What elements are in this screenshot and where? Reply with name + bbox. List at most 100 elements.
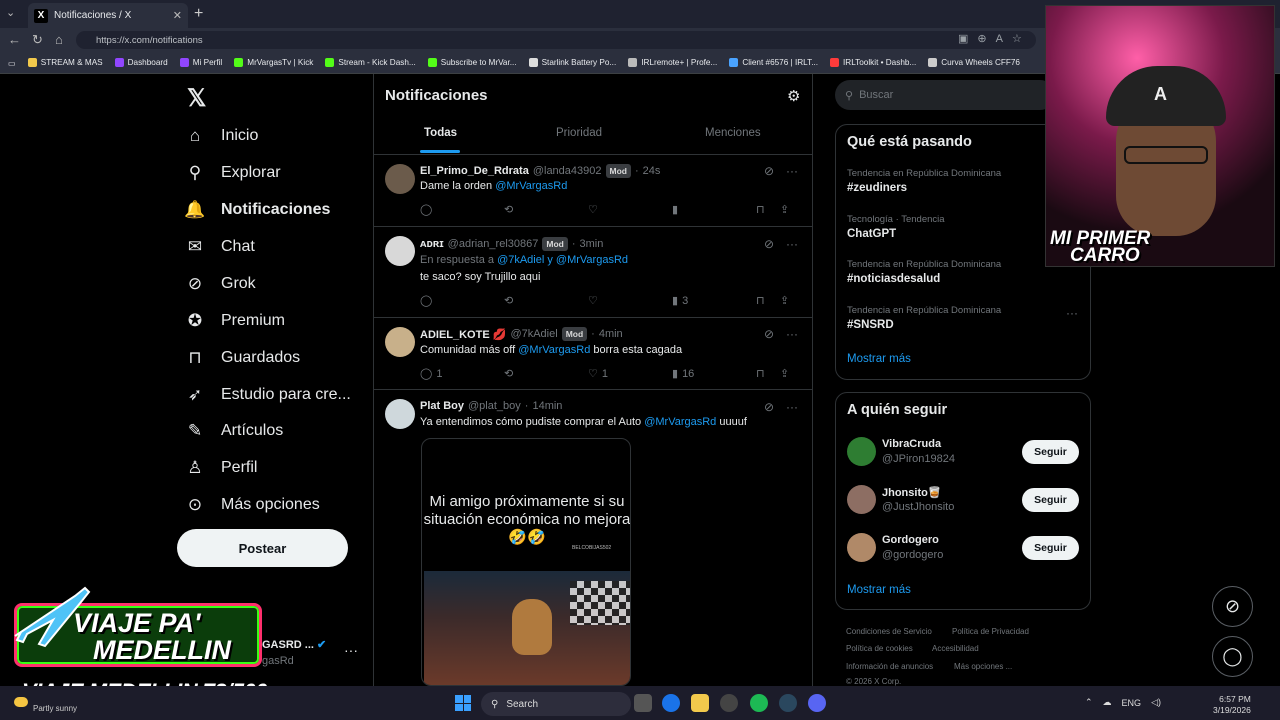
nav-item-estudio-para-cre[interactable]: ➶ Estudio para cre...: [185, 380, 351, 410]
discord-icon[interactable]: [808, 694, 826, 712]
like-count[interactable]: ♡ 1: [588, 367, 672, 381]
author-name[interactable]: ᴀᴅʀɪ: [420, 238, 444, 250]
network-icon[interactable]: ☁: [1103, 697, 1112, 708]
edge-icon[interactable]: [662, 694, 680, 712]
like-icon[interactable]: ♡: [588, 294, 672, 307]
author-name[interactable]: El_Primo_De_Rdrata: [420, 165, 529, 177]
bookmark-item[interactable]: Stream - Kick Dash...: [325, 58, 416, 67]
bookmark-item[interactable]: Dashboard: [114, 58, 168, 67]
views-icon[interactable]: ▮: [672, 203, 756, 216]
repost-icon[interactable]: ⟲: [504, 203, 588, 216]
new-tab-icon[interactable]: +: [194, 5, 203, 23]
share-icon[interactable]: ⇪: [780, 203, 804, 216]
like-icon[interactable]: ♡: [588, 203, 672, 216]
tab-prioridad[interactable]: Prioridad: [556, 127, 602, 139]
grok-icon[interactable]: ⊘: [764, 237, 774, 251]
footer-link[interactable]: Más opciones ...: [954, 662, 1012, 671]
avatar[interactable]: [847, 437, 876, 466]
follow-button[interactable]: Seguir: [1022, 440, 1079, 464]
notification-item[interactable]: ᴀᴅʀɪ @adrian_rel30867 Mod · 3min ⊘ ··· En…: [374, 227, 812, 318]
share-icon[interactable]: ⇪: [780, 367, 804, 380]
follow-button[interactable]: Seguir: [1022, 488, 1079, 512]
footer-link[interactable]: Información de anuncios: [846, 662, 933, 671]
reply-icon[interactable]: ◯: [420, 203, 504, 216]
home-browser-icon[interactable]: ⌂: [55, 32, 63, 47]
notification-item[interactable]: El_Primo_De_Rdrata @landa43902 Mod · 24s…: [374, 155, 812, 227]
clock[interactable]: 6:57 PM 3/19/2026: [1213, 694, 1251, 716]
avatar[interactable]: [385, 164, 415, 194]
bookmark-item[interactable]: IRLToolkit • Dashb...: [830, 58, 916, 67]
task-view-icon[interactable]: [634, 694, 652, 712]
trend-name[interactable]: #SNSRD: [847, 319, 894, 331]
avatar[interactable]: [385, 399, 415, 429]
more-icon[interactable]: ···: [786, 164, 798, 178]
tab-todas[interactable]: Todas: [424, 127, 457, 139]
share-icon[interactable]: ⇪: [780, 294, 804, 307]
trends-show-more[interactable]: Mostrar más: [847, 353, 911, 365]
reply-icon[interactable]: ◯: [420, 294, 504, 307]
url-bar[interactable]: https://x.com/notifications: [76, 31, 1036, 49]
back-icon[interactable]: ←: [8, 32, 21, 47]
bookmark-icon[interactable]: ⊓: [756, 203, 780, 216]
system-tray[interactable]: ⌃ ☁ ENG ◁): [1085, 697, 1161, 708]
settings-gear-icon[interactable]: ⚙: [787, 87, 800, 105]
avatar[interactable]: [847, 533, 876, 562]
tray-overflow-icon[interactable]: ⌃: [1085, 697, 1093, 708]
reply-to-links[interactable]: @7kAdiel y @MrVargasRd: [497, 254, 628, 266]
bookmark-item[interactable]: STREAM & MAS: [27, 58, 103, 67]
more-icon[interactable]: ···: [786, 237, 798, 251]
trend-name[interactable]: ChatGPT: [847, 228, 896, 240]
nav-item-explorar[interactable]: ⚲ Explorar: [185, 158, 281, 188]
avatar[interactable]: [847, 485, 876, 514]
views-count[interactable]: ▮ 16: [672, 367, 756, 381]
steam-icon[interactable]: [779, 694, 797, 712]
follow-name[interactable]: Jhonsito🥃: [882, 486, 942, 499]
trend-more-icon[interactable]: ···: [1066, 306, 1078, 320]
nav-item-artículos[interactable]: ✎ Artículos: [185, 416, 283, 446]
reload-icon[interactable]: ↻: [32, 32, 43, 48]
account-name[interactable]: GASRD ... ✔: [262, 638, 326, 651]
bookmark-item[interactable]: Subscribe to MrVar...: [427, 58, 517, 67]
account-more-icon[interactable]: ···: [344, 642, 358, 658]
grok-fab-icon[interactable]: ⊘: [1212, 586, 1253, 627]
follow-name[interactable]: Gordogero: [882, 534, 939, 546]
file-explorer-icon[interactable]: [691, 694, 709, 712]
nav-item-inicio[interactable]: ⌂ Inicio: [185, 121, 259, 151]
more-icon[interactable]: ···: [786, 327, 798, 341]
spotify-icon[interactable]: [750, 694, 768, 712]
nav-item-chat[interactable]: ✉ Chat: [185, 232, 255, 262]
bookmark-item[interactable]: Client #6576 | IRLT...: [729, 58, 818, 67]
follow-show-more[interactable]: Mostrar más: [847, 584, 911, 596]
nav-item-guardados[interactable]: ⊓ Guardados: [185, 343, 300, 373]
footer-link[interactable]: Política de cookies: [846, 644, 913, 653]
follow-button[interactable]: Seguir: [1022, 536, 1079, 560]
author-name[interactable]: Plat Boy: [420, 400, 464, 412]
follow-name[interactable]: VibraCruda: [882, 438, 941, 450]
nav-item-más-opciones[interactable]: ⊙ Más opciones: [185, 490, 320, 520]
bookmark-icon[interactable]: ⊓: [756, 294, 780, 307]
windows-start-icon[interactable]: [455, 695, 471, 711]
footer-link[interactable]: Política de Privacidad: [952, 627, 1029, 636]
bookmark-item[interactable]: MrVargasTv | Kick: [234, 58, 313, 67]
bookmark-item[interactable]: Starlink Battery Po...: [528, 58, 616, 67]
url-bar-icons[interactable]: ▣⊕A☆: [958, 32, 1031, 45]
mention-link[interactable]: @MrVargasRd: [644, 416, 716, 428]
repost-icon[interactable]: ⟲: [504, 294, 588, 307]
weather-text[interactable]: Partly sunny: [33, 704, 77, 713]
tab-list-icon[interactable]: ⌄: [6, 6, 15, 19]
bookmark-item[interactable]: Curva Wheels CFF76: [928, 58, 1020, 67]
tab-menciones[interactable]: Menciones: [705, 127, 761, 139]
volume-icon[interactable]: ◁): [1151, 697, 1161, 708]
avatar[interactable]: [385, 327, 415, 357]
post-button[interactable]: Postear: [177, 529, 348, 567]
lang-indicator[interactable]: ENG: [1122, 698, 1142, 708]
avatar[interactable]: [385, 236, 415, 266]
more-icon[interactable]: ···: [786, 400, 798, 414]
chat-fab-icon[interactable]: ◯: [1212, 636, 1253, 677]
repost-icon[interactable]: ⟲: [504, 367, 588, 380]
bookmarks-menu-icon[interactable]: ▭: [8, 58, 16, 68]
search-input[interactable]: ⚲ Buscar: [835, 80, 1055, 110]
author-name[interactable]: ADIEL_KOTE 💋: [420, 328, 506, 341]
trend-name[interactable]: #zeudiners: [847, 182, 907, 194]
bookmark-item[interactable]: IRLremote+ | Profe...: [628, 58, 717, 67]
